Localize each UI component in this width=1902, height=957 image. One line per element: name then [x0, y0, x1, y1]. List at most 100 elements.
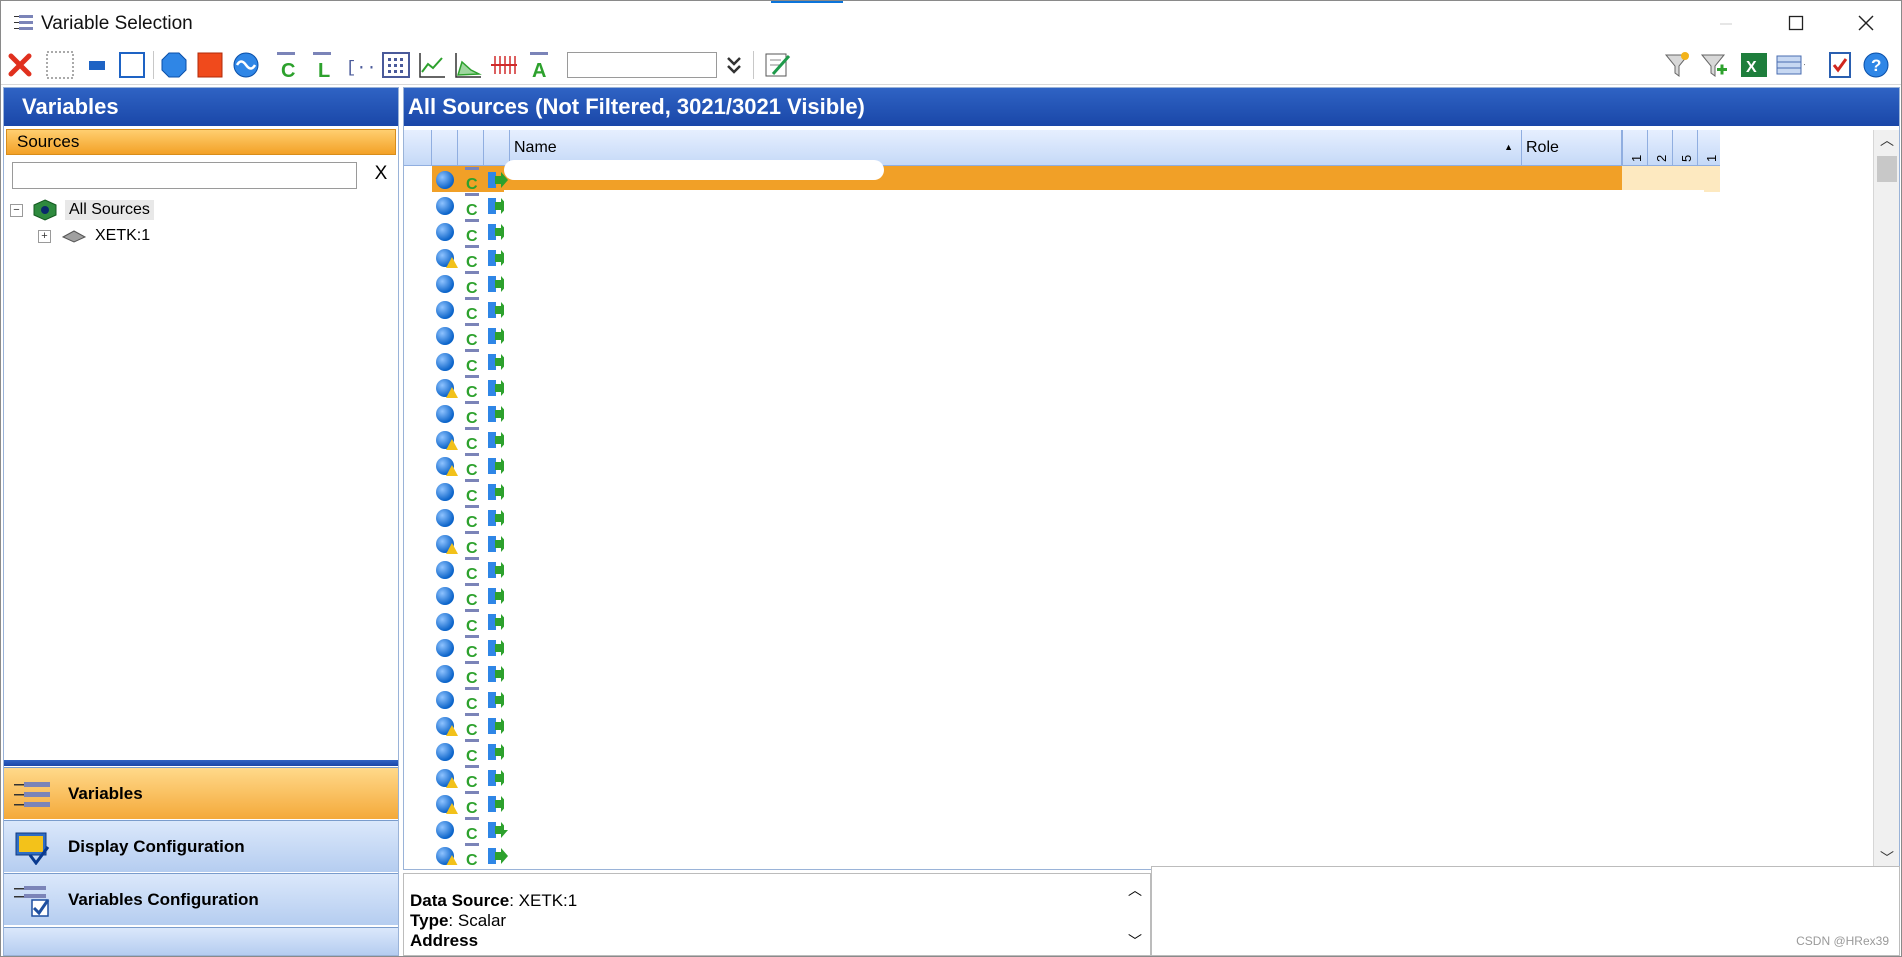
measurement-icon: [436, 665, 454, 683]
header-col-c[interactable]: 5: [1672, 130, 1697, 166]
matrix-button[interactable]: [381, 50, 411, 80]
c-variable-icon: C: [465, 479, 479, 504]
maximize-button[interactable]: [1761, 1, 1831, 45]
measurement-icon: [436, 275, 454, 293]
tree-item-all-sources[interactable]: − All Sources: [10, 198, 154, 222]
details-scroll-up[interactable]: ︿: [1128, 880, 1142, 900]
secondary-details-panel: [1151, 866, 1900, 956]
warning-icon: [446, 257, 458, 268]
signal-button[interactable]: [231, 50, 261, 80]
sources-bar[interactable]: Sources: [6, 129, 396, 155]
detail-address: Address: [410, 931, 478, 951]
warning-icon: [446, 387, 458, 398]
c-variable-icon: C: [465, 739, 479, 764]
svg-text:X: X: [1746, 59, 1757, 76]
details-scroll-down[interactable]: ﹀: [1128, 931, 1142, 951]
red-square-icon: [197, 52, 223, 78]
tree-item-xetk[interactable]: + XETK:1: [38, 224, 150, 248]
svg-text:C: C: [466, 488, 478, 504]
clear-search-button[interactable]: X: [370, 163, 392, 187]
scroll-thumb[interactable]: [1877, 156, 1897, 182]
axis-button[interactable]: [489, 50, 519, 80]
l-variable-button[interactable]: L: [309, 50, 339, 80]
collapse-icon[interactable]: −: [10, 203, 23, 217]
scroll-up-arrow[interactable]: ︿: [1874, 130, 1900, 152]
map-button[interactable]: [453, 50, 483, 80]
edit-button[interactable]: [763, 50, 793, 80]
double-chevron-down-icon: [727, 57, 741, 74]
taskbar-accent: [771, 1, 843, 3]
svg-text:C: C: [466, 436, 478, 452]
nav-overflow-bar[interactable]: [4, 927, 398, 955]
header-type[interactable]: [432, 130, 458, 166]
select-area-button[interactable]: [45, 50, 75, 80]
svg-text:C: C: [466, 202, 478, 218]
c-variable-icon: C: [465, 843, 479, 865]
measurement-icon: [436, 171, 454, 189]
variables-configuration-icon: [14, 886, 50, 917]
nav-label: Display Configuration: [68, 836, 245, 856]
measurement-button[interactable]: [159, 50, 189, 80]
c-variable-icon: C: [465, 427, 479, 452]
c-variable-icon: C: [465, 531, 479, 556]
header-direction[interactable]: [484, 130, 510, 166]
checklist-button[interactable]: [1825, 50, 1855, 80]
array-button[interactable]: [··]: [345, 50, 375, 80]
nav-variables-configuration[interactable]: Variables Configuration: [4, 873, 398, 925]
sources-search-input[interactable]: [12, 162, 357, 189]
detail-value: : Scalar: [448, 911, 507, 930]
ascii-button[interactable]: A: [525, 50, 555, 80]
expand-icon[interactable]: +: [38, 229, 51, 243]
help-button[interactable]: ?: [1861, 50, 1891, 80]
warning-icon: [446, 803, 458, 814]
c-variable-icon: C: [465, 245, 479, 270]
warning-icon: [446, 439, 458, 450]
header-select[interactable]: [404, 130, 432, 166]
small-rect-icon: [89, 61, 105, 70]
small-rect-button[interactable]: [83, 50, 113, 80]
measurement-icon: [436, 587, 454, 605]
frame-button[interactable]: [117, 50, 147, 80]
svg-text:C: C: [466, 852, 478, 865]
header-kind[interactable]: [458, 130, 484, 166]
close-button[interactable]: [1831, 1, 1901, 45]
c-variable-icon: C: [465, 453, 479, 478]
svg-text:C: C: [466, 670, 478, 686]
add-filter-button[interactable]: [1699, 50, 1729, 80]
svg-text:C: C: [466, 254, 478, 270]
header-col-d[interactable]: 1: [1697, 130, 1720, 166]
nav-variables[interactable]: Variables: [4, 767, 398, 819]
c-variable-icon: C: [465, 297, 479, 322]
delete-button[interactable]: [5, 50, 35, 80]
header-col-a[interactable]: 1: [1622, 130, 1647, 166]
warning-icon: [446, 725, 458, 736]
header-role[interactable]: Role: [1522, 130, 1622, 166]
variable-selection-window: Variable Selection C L [· A X ? Variable…: [0, 0, 1902, 957]
calibration-button[interactable]: [195, 50, 225, 80]
minimize-button[interactable]: [1691, 1, 1761, 45]
measurement-icon: [436, 223, 454, 241]
measurement-icon: [436, 613, 454, 631]
warning-icon: [446, 543, 458, 554]
svg-text:C: C: [466, 800, 478, 816]
filter-add-icon: [1700, 54, 1727, 77]
header-col-b[interactable]: 2: [1647, 130, 1672, 166]
export-excel-button[interactable]: X: [1739, 50, 1769, 80]
nav-label: Variables: [68, 783, 143, 803]
filter-button[interactable]: [1663, 50, 1693, 80]
c-variable-button[interactable]: C: [273, 50, 303, 80]
svg-text:C: C: [466, 566, 478, 582]
toolbar-search-input[interactable]: [567, 52, 717, 78]
redaction-blob: [504, 160, 884, 180]
svg-text:C: C: [281, 60, 295, 80]
expand-options-button[interactable]: [719, 50, 749, 80]
minimize-icon: [1720, 23, 1732, 25]
layout-dropdown-button[interactable]: [1775, 50, 1805, 80]
pane-splitter[interactable]: [4, 760, 398, 766]
table-row[interactable]: C: [432, 842, 1720, 865]
curve-button[interactable]: [417, 50, 447, 80]
measurement-icon: [436, 509, 454, 527]
svg-text:C: C: [466, 358, 478, 374]
grid-vertical-scrollbar[interactable]: ︿ ﹀: [1873, 130, 1899, 870]
nav-display-configuration[interactable]: Display Configuration: [4, 820, 398, 872]
